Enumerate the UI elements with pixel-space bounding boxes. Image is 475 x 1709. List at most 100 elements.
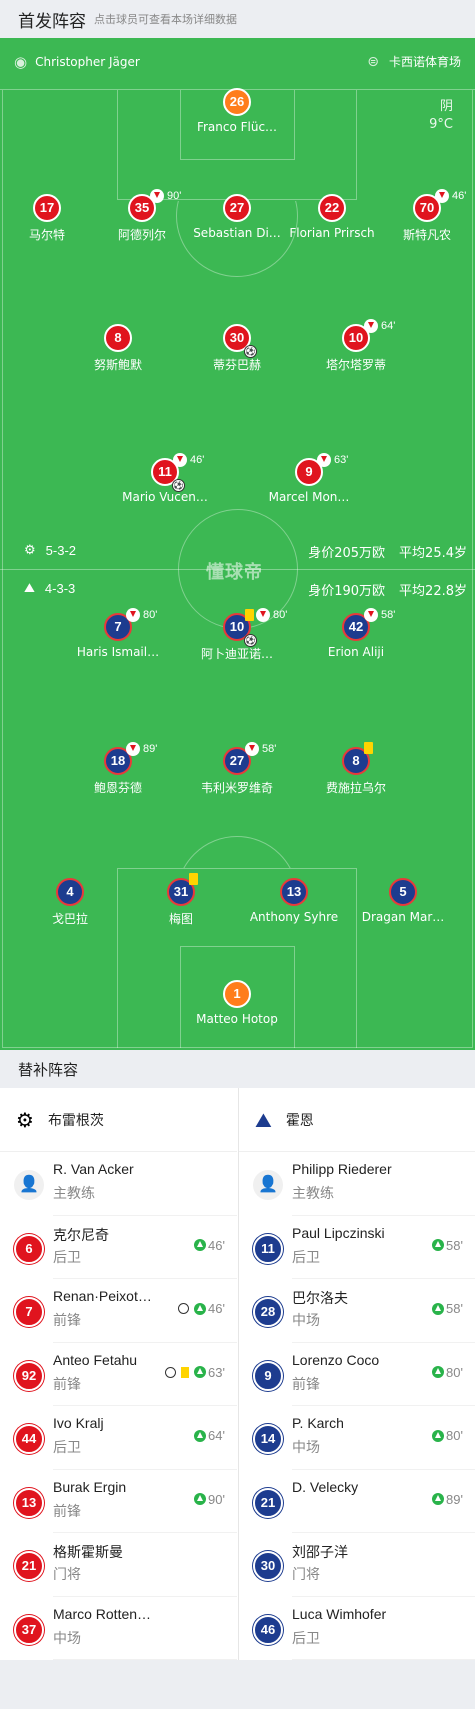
away-player[interactable]: 5 Dragan Mar… xyxy=(348,878,458,924)
sub-off-event: 58' xyxy=(364,608,395,622)
away-player[interactable]: 1 Matteo Hotop xyxy=(182,980,292,1026)
sub-out-icon xyxy=(173,453,187,467)
away-player[interactable]: 4 戈巴拉 xyxy=(15,878,125,927)
home-player[interactable]: 11 46' ⚽ Mario Vucen… xyxy=(110,453,220,504)
bench-player-row[interactable]: 28 巴尔洛夫 中场 58' xyxy=(239,1279,475,1343)
home-player[interactable]: 35 90' 阿德列尔 xyxy=(87,189,197,243)
player-name: 蒂芬巴赫 xyxy=(212,358,261,372)
bench-player-name: Marco Rotten… xyxy=(53,1605,152,1622)
bench-player-number: 46 xyxy=(253,1614,283,1645)
player-name: 鲍恩芬德 xyxy=(93,781,142,795)
sub-in-event: 64' xyxy=(194,1428,225,1443)
bench-player-name: 巴尔洛夫 xyxy=(292,1290,348,1306)
player-name: Marcel Mon… xyxy=(268,490,350,504)
bench-player-row[interactable]: 92 Anteo Fetahu 前锋 63' xyxy=(0,1343,237,1407)
sub-off-event: 90' xyxy=(150,189,181,203)
bench-player-position: 主教练 xyxy=(53,1186,95,1202)
sub-in-minute: 63' xyxy=(208,1364,225,1380)
home-player[interactable]: 27 Sebastian Di… xyxy=(182,194,292,240)
home-player[interactable]: 10 64' 塔尔塔罗蒂 xyxy=(301,319,411,373)
away-player[interactable]: 7 80' Haris Ismail… xyxy=(63,608,173,659)
home-team-logo-icon: ⚙ xyxy=(24,542,36,557)
sub-in-minute: 89' xyxy=(446,1491,463,1507)
coach-avatar-icon: 👤 xyxy=(253,1170,283,1200)
home-player[interactable]: 8 努斯鲍默 xyxy=(63,324,173,373)
lineup-hint: 点击球员可查看本场详细数据 xyxy=(94,13,237,26)
sub-in-icon xyxy=(194,1366,207,1378)
bench-player-number: 92 xyxy=(14,1360,44,1391)
bench-player-name: Ivo Kralj xyxy=(53,1415,104,1431)
sub-in-minute: 58' xyxy=(446,1237,463,1253)
bench-player-row[interactable]: 46 Luca Wimhofer 后卫 xyxy=(239,1597,475,1661)
player-number: 13 xyxy=(280,878,308,906)
player-name: Franco Flüc… xyxy=(196,120,278,134)
bench-player-row[interactable]: 9 Lorenzo Coco 前锋 80' xyxy=(239,1343,475,1407)
sub-in-icon xyxy=(432,1429,445,1442)
home-player[interactable]: 22 Florian Prirsch xyxy=(277,194,387,240)
stadium-icon: ⊜ xyxy=(367,53,379,70)
bench-player-row[interactable]: 👤 Philipp Riederer 主教练 xyxy=(239,1152,475,1216)
away-player[interactable]: 8 费施拉乌尔 xyxy=(301,742,411,796)
bench-player-number: 37 xyxy=(14,1614,44,1645)
bench-player-position: 主教练 xyxy=(292,1186,334,1202)
bench-player-row[interactable]: 21 D. Velecky 89' xyxy=(239,1470,475,1534)
yellow-card-icon xyxy=(189,873,198,885)
bench-player-row[interactable]: 37 Marco Rotten… 中场 xyxy=(0,1597,237,1661)
home-player[interactable]: 30 ⚽ 蒂芬巴赫 xyxy=(182,324,292,373)
bench-player-number: 21 xyxy=(14,1551,44,1581)
sub-out-icon xyxy=(435,189,449,203)
venue-name: 卡西诺体育场 xyxy=(388,55,461,69)
bench-player-position: 后卫 xyxy=(292,1630,320,1647)
bench-player-position: 门将 xyxy=(53,1567,81,1583)
home-bench-header[interactable]: ⚙ 布雷根茨 xyxy=(0,1088,237,1152)
away-player[interactable]: 31 梅图 xyxy=(126,873,236,927)
bench-player-row[interactable]: 6 克尔尼奇 后卫 46' xyxy=(0,1216,237,1280)
player-number: 1 xyxy=(223,980,251,1008)
sub-in-icon xyxy=(194,1239,207,1251)
sub-in-icon xyxy=(194,1493,207,1505)
bench-player-row[interactable]: 👤 R. Van Acker 主教练 xyxy=(0,1152,237,1216)
away-player[interactable]: 42 58' Erion Aliji xyxy=(301,608,411,659)
player-name: 努斯鲍默 xyxy=(93,358,142,372)
assist-icon: ⚽ xyxy=(244,345,257,358)
home-bench: ⚙ 布雷根茨 👤 R. Van Acker 主教练 6 克尔尼奇 后卫 46' 7 Renan·… xyxy=(0,1088,237,1660)
away-player[interactable]: 18 89' 鲍恩芬德 xyxy=(63,742,173,796)
home-team-logo-icon: ⚙ xyxy=(16,1107,34,1132)
away-player[interactable]: 10 80' ⚽ 阿卜迪亚诺… xyxy=(182,608,292,662)
subs-title: 替补阵容 xyxy=(0,1050,475,1088)
away-bench-header[interactable]: ⛰ 霍恩 xyxy=(239,1088,475,1152)
away-team-logo-icon: ⛰ xyxy=(24,580,35,595)
bench-player-position: 前锋 xyxy=(53,1376,81,1393)
goal-icon xyxy=(178,1303,190,1314)
bench-player-row[interactable]: 11 Paul Lipczinski 后卫 58' xyxy=(239,1216,475,1280)
card-event xyxy=(364,742,375,754)
player-name: Dragan Mar… xyxy=(361,910,445,924)
sub-in-minute: 90' xyxy=(208,1491,225,1507)
home-player[interactable]: 9 63' Marcel Mon… xyxy=(254,453,364,504)
venue: ⊜ 卡西诺体育场 xyxy=(367,53,461,70)
player-name: 塔尔塔罗蒂 xyxy=(325,358,386,372)
bench-player-name: 格斯霍斯曼 xyxy=(53,1544,123,1560)
sub-out-icon xyxy=(126,742,140,756)
home-player[interactable]: 70 46' 斯特凡农 xyxy=(372,189,475,243)
home-player[interactable]: 26 Franco Flüc… xyxy=(182,88,292,134)
bench-player-position: 中场 xyxy=(292,1440,320,1456)
away-player[interactable]: 27 58' 韦利米罗维奇 xyxy=(182,742,292,796)
player-name: 斯特凡农 xyxy=(402,228,451,242)
player-number: 8 xyxy=(104,324,132,352)
bench-player-row[interactable]: 7 Renan·Peixot… 前锋 46' xyxy=(0,1279,237,1343)
bench-player-row[interactable]: 13 Burak Ergin 前锋 90' xyxy=(0,1470,237,1534)
bench-player-row[interactable]: 14 P. Karch 中场 80' xyxy=(239,1406,475,1470)
sub-in-event: 46' xyxy=(194,1238,225,1253)
sub-off-event: 63' xyxy=(317,453,348,467)
player-name: 阿卜迪亚诺… xyxy=(200,647,273,661)
away-player[interactable]: 13 Anthony Syhre xyxy=(239,878,349,924)
bench-player-name: Anteo Fetahu xyxy=(53,1351,138,1368)
bench-player-row[interactable]: 21 格斯霍斯曼门将 xyxy=(0,1533,237,1597)
bench-player-row[interactable]: 44 Ivo Kralj 后卫 64' xyxy=(0,1406,237,1470)
bench-player-row[interactable]: 30 刘邵子洋 门将 xyxy=(239,1533,475,1597)
sub-in-event: 46' xyxy=(178,1301,225,1316)
bench-player-name: D. Velecky xyxy=(292,1478,359,1495)
bench-section: ⚙ 布雷根茨 👤 R. Van Acker 主教练 6 克尔尼奇 后卫 46' 7 Renan·… xyxy=(0,1088,475,1660)
sub-in-icon xyxy=(432,1302,445,1315)
